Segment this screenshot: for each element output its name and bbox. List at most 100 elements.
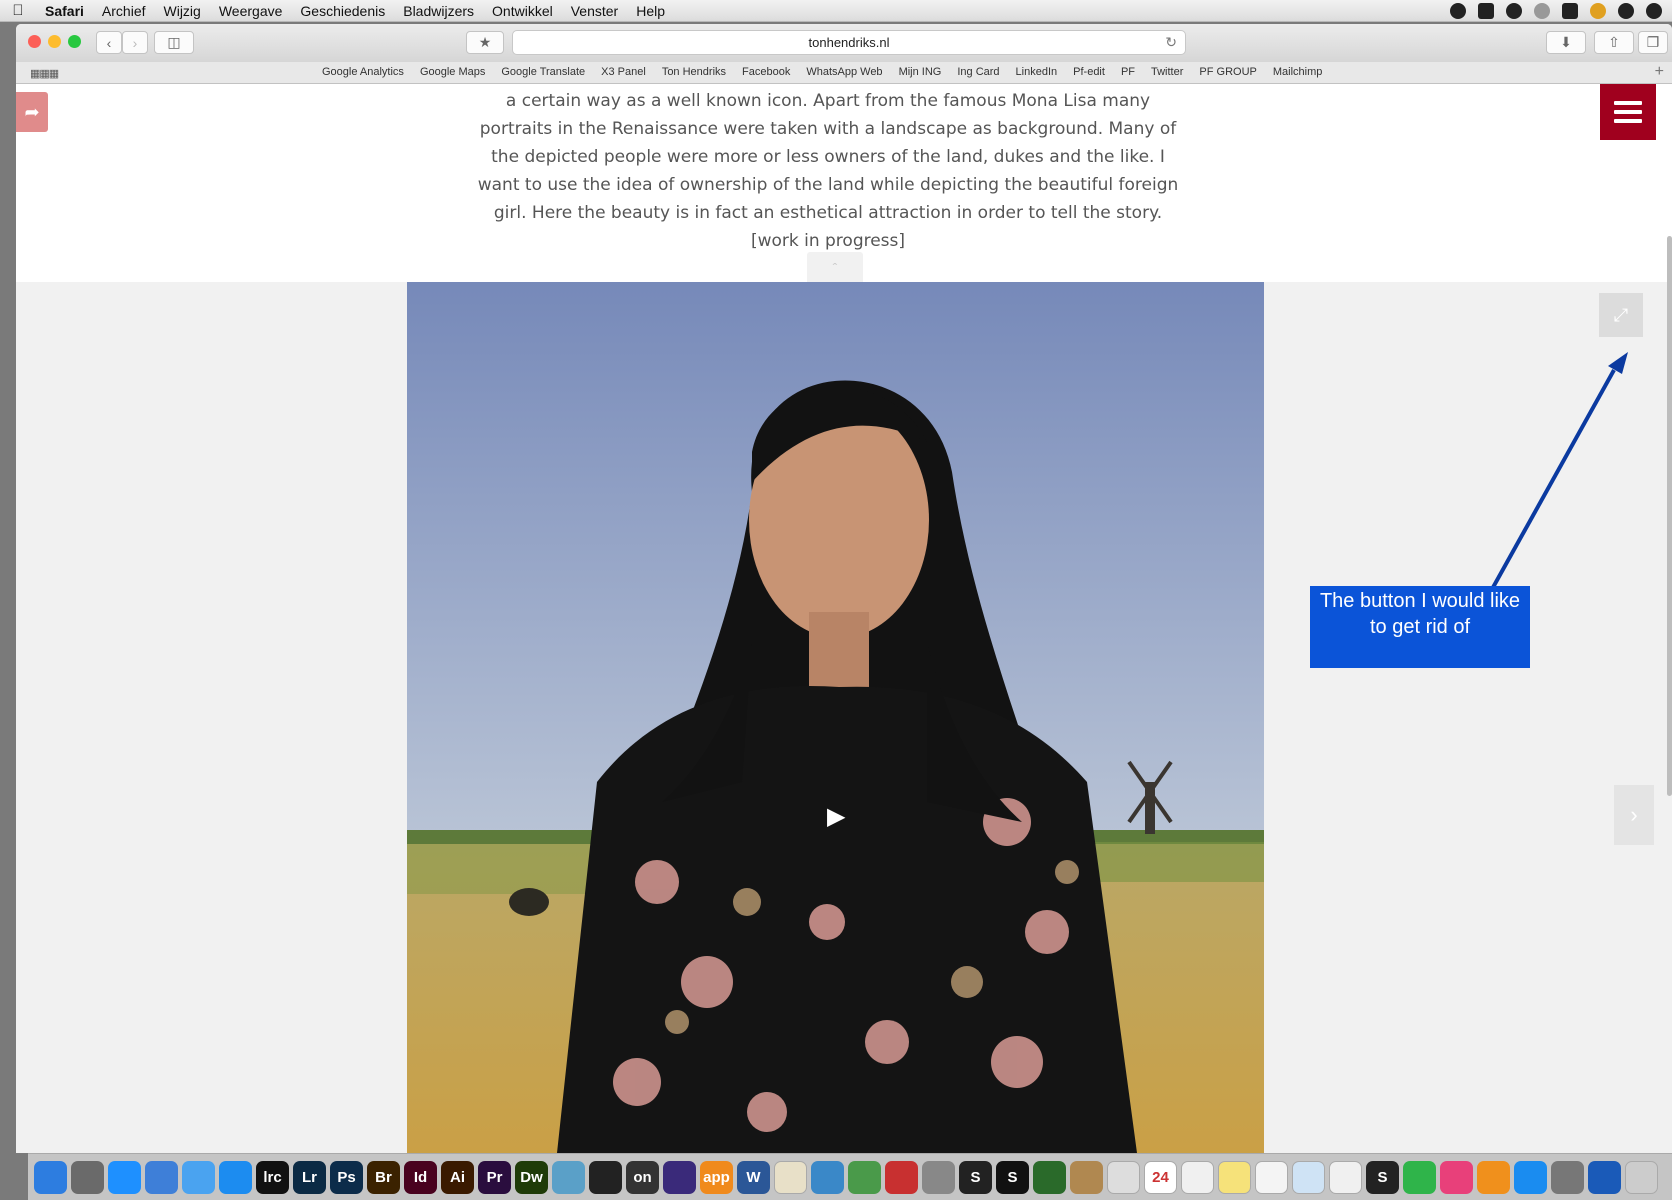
collapse-description-button[interactable]: ˆ [807,252,863,282]
preview-icon[interactable] [811,1160,844,1194]
volume-icon[interactable] [1646,3,1662,19]
forward-button[interactable]: › [122,31,148,54]
next-slide-button[interactable]: › [1614,785,1654,845]
menu-archief[interactable]: Archief [93,3,155,19]
minimize-window-button[interactable] [48,35,61,48]
maps-icon[interactable] [1292,1160,1325,1194]
address-bar[interactable]: tonhendriks.nl ↻ [512,30,1186,55]
bookmark-14[interactable]: Mailchimp [1273,66,1323,78]
illustrator-icon[interactable]: Ai [441,1160,474,1194]
time-machine-icon[interactable] [1534,3,1550,19]
globe-icon[interactable] [552,1160,585,1194]
bookmark-3[interactable]: X3 Panel [601,66,646,78]
gallery-stage: ▶ ⤢ › The button I would like to get rid… [16,282,1672,1153]
notes-icon[interactable] [774,1160,807,1194]
apple-menu-icon[interactable]:  [0,2,36,19]
lightroom-icon[interactable]: Lr [293,1160,326,1194]
indesign-icon[interactable]: Id [404,1160,437,1194]
calculator-icon[interactable] [922,1160,955,1194]
vpn-icon[interactable] [663,1160,696,1194]
menu-bladwijzers[interactable]: Bladwijzers [394,3,483,19]
bookmark-5[interactable]: Facebook [742,66,790,78]
clock-icon[interactable] [1107,1160,1140,1194]
chat-icon[interactable] [182,1160,215,1194]
reminders-icon[interactable] [1255,1160,1288,1194]
colorchecker-icon[interactable] [1033,1160,1066,1194]
launchpad-icon[interactable] [71,1160,104,1194]
dropbox-icon[interactable] [1478,3,1494,19]
share-button[interactable]: ➦ [16,92,48,132]
creative-cloud-icon[interactable] [1618,3,1634,19]
contacts-icon[interactable] [1070,1160,1103,1194]
bookmark-star-button[interactable]: ★ [466,31,504,54]
appstore-icon[interactable] [1514,1160,1547,1194]
downloads-button[interactable]: ⬇ [1546,31,1586,54]
premiere-icon[interactable]: Pr [478,1160,511,1194]
bookmark-1[interactable]: Google Maps [420,66,485,78]
on1-icon[interactable]: on [626,1160,659,1194]
info-icon[interactable] [1506,3,1522,19]
bookmark-4[interactable]: Ton Hendriks [662,66,726,78]
stickies-icon[interactable] [1218,1160,1251,1194]
bookmark-6[interactable]: WhatsApp Web [806,66,882,78]
close-window-button[interactable] [28,35,41,48]
bookmark-12[interactable]: Twitter [1151,66,1183,78]
portrait-photo[interactable]: ▶ [407,282,1264,1153]
1password-icon[interactable] [1588,1160,1621,1194]
chat-status-icon[interactable] [1450,3,1466,19]
bookmark-7[interactable]: Mijn ING [899,66,942,78]
bookmark-11[interactable]: PF [1121,66,1135,78]
menu-weergave[interactable]: Weergave [210,3,292,19]
skype-icon[interactable]: S [1366,1160,1399,1194]
itunes-icon[interactable] [1440,1160,1473,1194]
bridge-icon[interactable]: Br [367,1160,400,1194]
sidebar-toggle-button[interactable]: ◫ [154,31,194,54]
tabs-overview-button[interactable]: ❐ [1638,31,1668,54]
s-app-icon[interactable]: S [996,1160,1029,1194]
reload-icon[interactable]: ↻ [1165,31,1177,54]
bookmark-10[interactable]: Pf-edit [1073,66,1105,78]
dial-icon[interactable] [589,1160,622,1194]
menu-help[interactable]: Help [627,3,674,19]
photoshop-icon[interactable]: Ps [330,1160,363,1194]
back-button[interactable]: ‹ [96,31,122,54]
bookmark-9[interactable]: LinkedIn [1016,66,1058,78]
battery-icon[interactable] [1562,3,1578,19]
lightroom-classic-icon[interactable]: lrc [256,1160,289,1194]
facetime-icon[interactable] [1403,1160,1436,1194]
mail-icon[interactable] [145,1160,178,1194]
share-toolbar-button[interactable]: ⇧ [1594,31,1634,54]
page-scrollbar[interactable] [1667,236,1672,796]
word-icon[interactable]: W [737,1160,770,1194]
hamburger-menu-button[interactable] [1600,84,1656,140]
trash-icon[interactable] [1625,1160,1658,1194]
system-preferences-icon[interactable] [1551,1160,1584,1194]
fullscreen-expand-button[interactable]: ⤢ [1599,293,1643,337]
numbers-icon[interactable] [848,1160,881,1194]
menu-wijzig[interactable]: Wijzig [155,3,210,19]
textedit-icon[interactable] [1181,1160,1214,1194]
calendar-icon[interactable]: 24 [1144,1160,1177,1194]
menu-geschiedenis[interactable]: Geschiedenis [291,3,394,19]
binder-icon[interactable] [885,1160,918,1194]
top-sites-grid-icon[interactable]: ▦▦▦ [30,67,59,80]
play-icon[interactable]: ▶ [827,802,849,830]
safari-icon[interactable] [219,1160,252,1194]
bookmark-0[interactable]: Google Analytics [322,66,404,78]
dreamweaver-icon[interactable]: Dw [515,1160,548,1194]
menu-safari[interactable]: Safari [36,3,93,19]
menu-ontwikkel[interactable]: Ontwikkel [483,3,562,19]
menu-venster[interactable]: Venster [562,3,627,19]
finder-icon[interactable] [34,1160,67,1194]
bookmark-2[interactable]: Google Translate [501,66,585,78]
bookmark-8[interactable]: Ing Card [957,66,999,78]
scrivener-icon[interactable]: S [959,1160,992,1194]
messages-icon[interactable] [108,1160,141,1194]
bookmark-13[interactable]: PF GROUP [1199,66,1256,78]
new-tab-plus-icon[interactable]: + [1655,63,1664,81]
ibooks-icon[interactable] [1477,1160,1510,1194]
alert-icon[interactable] [1590,3,1606,19]
zoom-window-button[interactable] [68,35,81,48]
appcleaner-icon[interactable]: app [700,1160,733,1194]
photos-icon[interactable] [1329,1160,1362,1194]
